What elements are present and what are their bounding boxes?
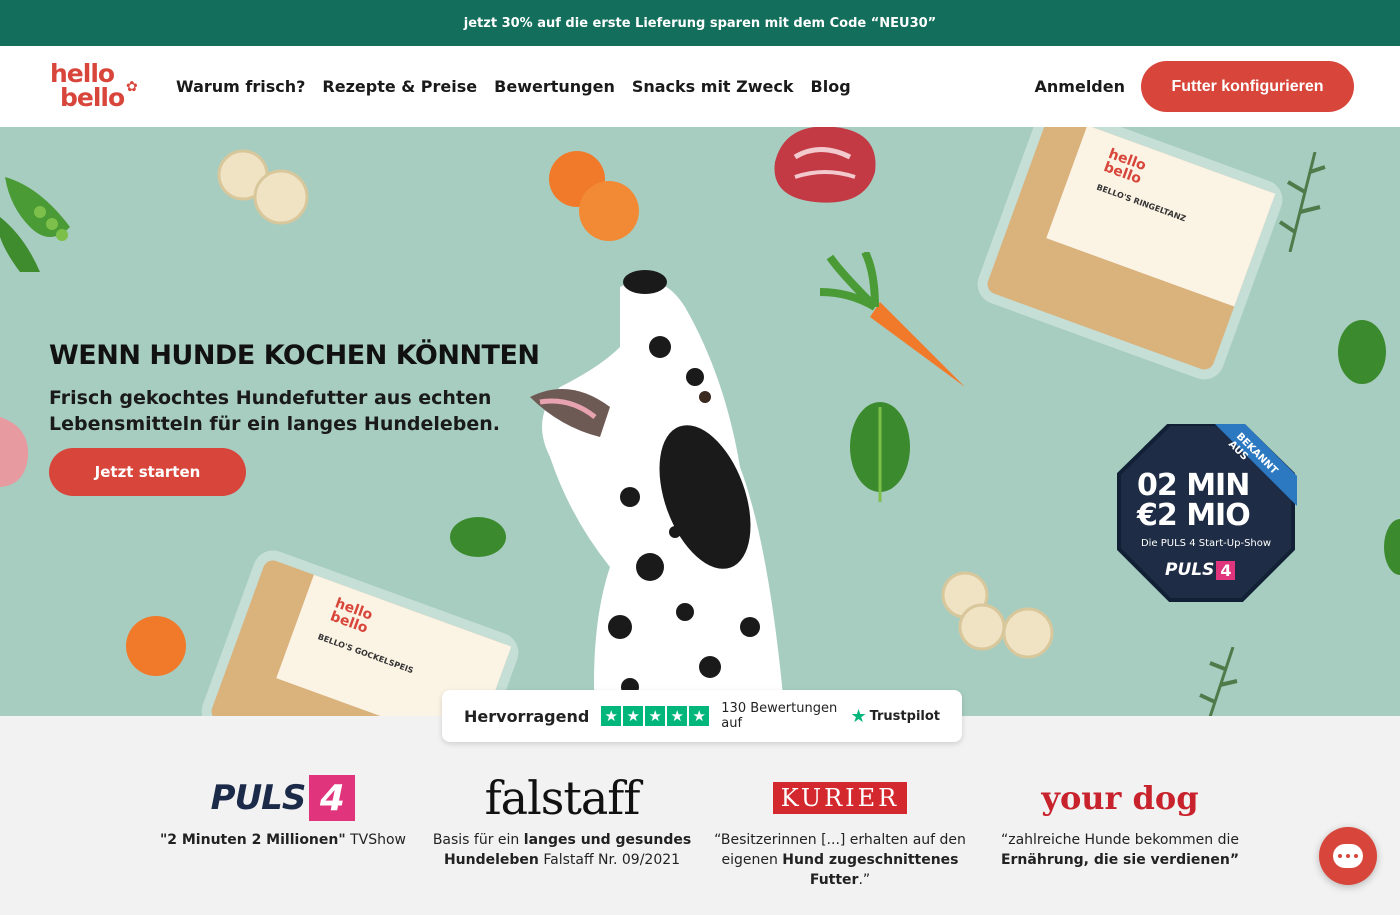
carrot-icon (820, 252, 965, 387)
badge-brand: PULS (1165, 560, 1215, 580)
chat-button[interactable] (1319, 827, 1377, 885)
login-link[interactable]: Anmelden (1035, 77, 1125, 96)
main-nav: Warum frisch? Rezepte & Preise Bewertung… (176, 77, 851, 96)
promo-bar: jetzt 30% auf die erste Lieferung sparen… (0, 0, 1400, 46)
kurier-logo: KURIER (772, 782, 908, 814)
pack-label (1046, 127, 1276, 307)
press-item-kurier: KURIER “Besitzerinnen [...] erhalten auf… (710, 770, 970, 890)
raw-meat-icon (0, 417, 29, 487)
nav-rezepte-preise[interactable]: Rezepte & Preise (322, 77, 477, 96)
nav-blog[interactable]: Blog (811, 77, 851, 96)
puls4-show-badge: BEKANNT AUS 02 MIN €2 MIO Die PULS 4 Sta… (1115, 424, 1297, 604)
badge-brand-num: 4 (1216, 560, 1236, 580)
trustpilot-logo: ★ Trustpilot (850, 706, 940, 727)
puls4-logo-text: PULS (210, 778, 307, 818)
press-quote: “zahlreiche Hunde bekommen die Ernährung… (990, 830, 1250, 870)
start-now-button[interactable]: Jetzt starten (49, 448, 246, 496)
puls4-logo: PULS 4 (211, 775, 356, 821)
configure-food-button[interactable]: Futter konfigurieren (1141, 61, 1354, 112)
hello-bello-logo[interactable]: hello bello ✿ (48, 59, 144, 115)
yourdog-logo: your dog (1041, 779, 1199, 817)
star-icon: ★ (667, 706, 688, 726)
nav-bewertungen[interactable]: Bewertungen (494, 77, 615, 96)
paw-icon: ✿ (126, 78, 138, 95)
trustpilot-star-icon: ★ (850, 705, 867, 727)
trustpilot-stars: ★ ★ ★ ★ ★ (601, 706, 710, 726)
press-quote-text: TVShow (345, 832, 407, 848)
press-quote-pre: Basis für ein (432, 832, 524, 848)
header-actions: Anmelden Futter konfigurieren (1035, 61, 1354, 112)
dalmatian-dog-image (530, 270, 785, 716)
spinach-leaf-icon (850, 402, 910, 502)
badge-line-2: €2 MIO (1137, 498, 1251, 533)
press-item-falstaff: falstaff Basis für ein langes und gesund… (432, 770, 692, 870)
press-item-puls4: PULS 4 "2 Minuten 2 Millionen" TVShow (153, 770, 413, 850)
chat-bubble-icon (1333, 844, 1363, 868)
raw-meat-icon (774, 127, 876, 203)
trustpilot-review-count: 130 Bewertungen auf (721, 701, 838, 731)
badge-caption: Die PULS 4 Start-Up-Show (1140, 538, 1272, 549)
rosemary-icon (1199, 647, 1238, 716)
press-quote: “Besitzerinnen [...] erhalten auf den ei… (710, 830, 970, 890)
badge-puls4-logo: PULS 4 (1165, 560, 1236, 580)
nav-warum-frisch[interactable]: Warum frisch? (176, 77, 305, 96)
spinach-leaf-icon (450, 517, 506, 557)
site-header: hello bello ✿ Warum frisch? Rezepte & Pr… (0, 46, 1400, 127)
promo-text: jetzt 30% auf die erste Lieferung sparen… (463, 15, 937, 31)
puls4-logo-num: 4 (309, 775, 356, 821)
trustpilot-widget[interactable]: Hervorragend ★ ★ ★ ★ ★ 130 Bewertungen a… (442, 690, 962, 742)
rosemary-icon (1278, 152, 1326, 252)
star-icon: ★ (601, 706, 622, 726)
press-quote: "2 Minuten 2 Millionen" TVShow (153, 830, 413, 850)
press-quote-bold: Ernährung, die sie verdienen” (1000, 852, 1240, 868)
star-icon: ★ (645, 706, 666, 726)
spinach-leaf-icon (1338, 320, 1386, 384)
press-quote-pre: “zahlreiche Hunde bekommen die (1000, 832, 1240, 848)
hero-title: WENN HUNDE KOCHEN KÖNNTEN (49, 340, 540, 371)
star-icon: ★ (623, 706, 644, 726)
food-pack-top: hello bello BELLO'S RINGELTANZ (984, 127, 1276, 373)
star-icon: ★ (689, 706, 710, 726)
carrot-slices-icon (549, 151, 639, 241)
press-item-yourdog: your dog “zahlreiche Hunde bekommen die … (990, 770, 1250, 870)
logo-word-hello: hello (50, 58, 115, 88)
nav-snacks[interactable]: Snacks mit Zweck (632, 77, 794, 96)
spinach-leaf-icon (1384, 519, 1400, 575)
press-quote-text: .” (858, 872, 871, 888)
falstaff-logo: falstaff (484, 771, 641, 825)
trustpilot-brand: Trustpilot (869, 708, 940, 724)
press-quote-bold: "2 Minuten 2 Millionen" (159, 832, 346, 848)
logo-word-bello: bello (60, 82, 125, 112)
press-quote-bold: Hund zugeschnittenes Futter (782, 852, 959, 888)
hero-subtitle: Frisch gekochtes Hundefutter aus echten … (49, 387, 500, 435)
parsnip-slices-icon (217, 149, 309, 225)
peas-icon (0, 177, 70, 272)
hero-section: hello bello BELLO'S RINGELTANZ hello bel… (0, 127, 1400, 716)
press-quote: Basis für ein langes und gesundes Hundel… (432, 830, 692, 870)
trustpilot-rating-label: Hervorragend (464, 706, 590, 726)
parsnip-slices-icon (941, 571, 1054, 659)
carrot-slice-icon (126, 616, 186, 676)
press-quote-text: Falstaff Nr. 09/2021 (538, 852, 681, 868)
